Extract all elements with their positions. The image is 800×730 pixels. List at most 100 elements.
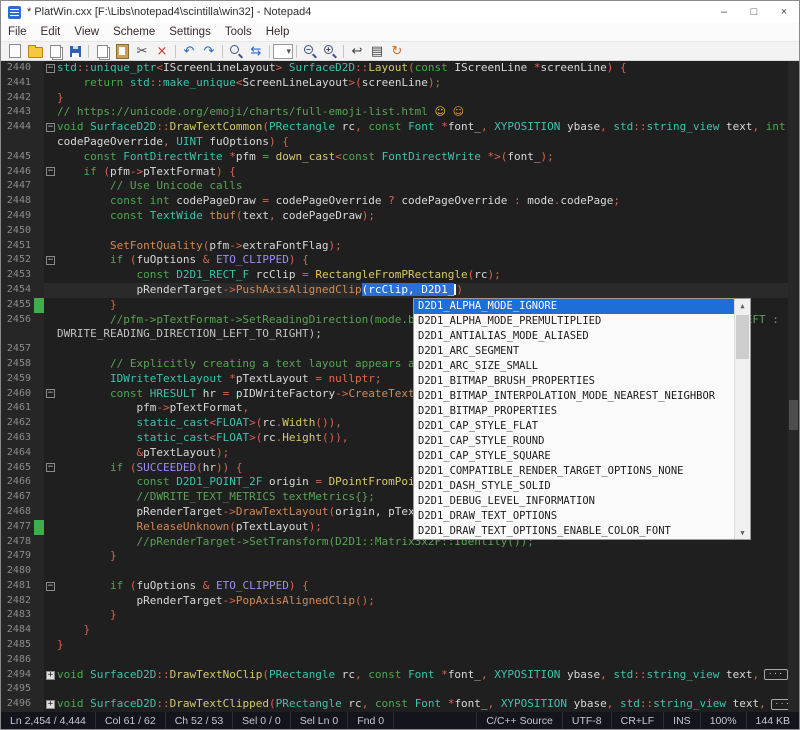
fold-margin[interactable]	[44, 475, 57, 490]
fold-margin[interactable]	[44, 505, 57, 520]
status-cell-left-1[interactable]: Col 61 / 62	[96, 712, 166, 729]
code-line[interactable]: 2445 const FontDirectWrite *pfm = down_c…	[1, 150, 799, 165]
autocomplete-item[interactable]: D2D1_DEBUG_LEVEL_INFORMATION	[414, 494, 735, 509]
bookmark-margin[interactable]	[34, 253, 44, 268]
code-line[interactable]: 2451 SetFontQuality(pfm->extraFontFlag);	[1, 239, 799, 254]
bookmark-margin[interactable]	[34, 179, 44, 194]
code-line[interactable]: 2494+void SurfaceD2D::DrawTextNoClip(PRe…	[1, 668, 799, 683]
fold-margin[interactable]	[44, 416, 57, 431]
bookmark-margin[interactable]	[34, 520, 44, 535]
fold-margin[interactable]	[44, 135, 57, 150]
line-number[interactable]: 2457	[1, 342, 34, 357]
fold-margin[interactable]	[44, 209, 57, 224]
bookmark-margin[interactable]	[34, 105, 44, 120]
menu-item-help[interactable]: Help	[259, 23, 297, 41]
toolbar-copy-button[interactable]	[92, 43, 112, 60]
line-number[interactable]: 2444	[1, 120, 34, 135]
bookmark-margin[interactable]	[34, 165, 44, 180]
code-line[interactable]: 2448 const int codePageDraw = codePageOv…	[1, 194, 799, 209]
toolbar-open-file-button[interactable]	[25, 43, 45, 60]
bookmark-margin[interactable]	[34, 61, 44, 76]
bookmark-margin[interactable]	[34, 431, 44, 446]
toolbar-delete-button[interactable]: ×	[152, 43, 172, 60]
bookmark-margin[interactable]	[34, 342, 44, 357]
bookmark-margin[interactable]	[34, 564, 44, 579]
close-button[interactable]: ×	[769, 1, 799, 23]
line-number[interactable]: 2445	[1, 150, 34, 165]
bookmark-margin[interactable]	[34, 505, 44, 520]
fold-margin[interactable]	[44, 490, 57, 505]
fold-toggle-icon[interactable]: −	[46, 64, 55, 73]
fold-margin[interactable]	[44, 549, 57, 564]
line-number[interactable]	[1, 327, 34, 342]
autocomplete-item[interactable]: D2D1_BITMAP_INTERPOLATION_MODE_NEAREST_N…	[414, 389, 735, 404]
bookmark-margin[interactable]	[34, 697, 44, 712]
code-line[interactable]: 2441 return std::make_unique<ScreenLineL…	[1, 76, 799, 91]
line-number[interactable]: 2496	[1, 697, 34, 712]
fold-margin[interactable]	[44, 313, 57, 328]
line-number[interactable]: 2467	[1, 490, 34, 505]
scroll-down-icon[interactable]: ▼	[735, 526, 750, 539]
line-number[interactable]: 2442	[1, 91, 34, 106]
line-number[interactable]: 2449	[1, 209, 34, 224]
line-number[interactable]: 2464	[1, 446, 34, 461]
code-line[interactable]: 2450	[1, 224, 799, 239]
fold-toggle-icon[interactable]: −	[46, 463, 55, 472]
line-number[interactable]: 2455	[1, 298, 34, 313]
status-cell-left-5[interactable]: Fnd 0	[348, 712, 394, 729]
line-number[interactable]: 2447	[1, 179, 34, 194]
fold-margin[interactable]	[44, 372, 57, 387]
fold-margin[interactable]	[44, 357, 57, 372]
line-number[interactable]: 2454	[1, 283, 34, 298]
bookmark-margin[interactable]	[34, 535, 44, 550]
bookmark-margin[interactable]	[34, 668, 44, 683]
line-number[interactable]: 2480	[1, 564, 34, 579]
autocomplete-scrollbar-thumb[interactable]	[736, 315, 749, 359]
line-number[interactable]: 2450	[1, 224, 34, 239]
bookmark-margin[interactable]	[34, 372, 44, 387]
fold-margin[interactable]	[44, 653, 57, 668]
fold-margin[interactable]	[44, 239, 57, 254]
line-number[interactable]: 2494	[1, 668, 34, 683]
maximize-button[interactable]: □	[739, 1, 769, 23]
status-cell-left-3[interactable]: Sel 0 / 0	[233, 712, 291, 729]
autocomplete-item[interactable]: D2D1_COMPATIBLE_RENDER_TARGET_OPTIONS_NO…	[414, 464, 735, 479]
editor-scrollbar[interactable]	[788, 61, 799, 712]
line-number[interactable]: 2479	[1, 549, 34, 564]
fold-toggle-icon[interactable]: −	[46, 582, 55, 591]
status-cell-right-4[interactable]: 100%	[700, 712, 746, 729]
toolbar-cut-button[interactable]: ✂	[132, 43, 152, 60]
line-number[interactable]: 2452	[1, 253, 34, 268]
fold-margin[interactable]	[44, 283, 57, 298]
toolbar-reload-button[interactable]: ↻	[387, 43, 407, 60]
bookmark-margin[interactable]	[34, 608, 44, 623]
status-cell-left-2[interactable]: Ch 52 / 53	[166, 712, 233, 729]
toolbar-view-panels-button[interactable]: ▤	[367, 43, 387, 60]
autocomplete-item[interactable]: D2D1_DRAW_TEXT_OPTIONS_ENABLE_COLOR_FONT	[414, 524, 735, 539]
bookmark-margin[interactable]	[34, 594, 44, 609]
line-number[interactable]: 2485	[1, 638, 34, 653]
code-line[interactable]: 2481− if (fuOptions & ETO_CLIPPED) {	[1, 579, 799, 594]
line-number[interactable]: 2446	[1, 165, 34, 180]
code-line[interactable]: 2443// https://unicode.org/emoji/charts/…	[1, 105, 799, 120]
toolbar-replace-button[interactable]: ⇆	[246, 43, 266, 60]
fold-margin[interactable]	[44, 224, 57, 239]
line-number[interactable]: 2443	[1, 105, 34, 120]
line-number[interactable]: 2482	[1, 594, 34, 609]
bookmark-margin[interactable]	[34, 490, 44, 505]
fold-margin[interactable]: −	[44, 253, 57, 268]
bookmark-margin[interactable]	[34, 268, 44, 283]
line-number[interactable]: 2451	[1, 239, 34, 254]
autocomplete-item[interactable]: D2D1_CAP_STYLE_FLAT	[414, 419, 735, 434]
bookmark-margin[interactable]	[34, 239, 44, 254]
line-number[interactable]: 2459	[1, 372, 34, 387]
fold-margin[interactable]	[44, 298, 57, 313]
code-line[interactable]: 2486	[1, 653, 799, 668]
code-line[interactable]: codePageOverride, UINT fuOptions) {	[1, 135, 799, 150]
line-number[interactable]: 2484	[1, 623, 34, 638]
scroll-up-icon[interactable]: ▲	[735, 299, 750, 312]
status-cell-right-1[interactable]: UTF-8	[562, 712, 611, 729]
bookmark-margin[interactable]	[34, 401, 44, 416]
bookmark-margin[interactable]	[34, 682, 44, 697]
fold-margin[interactable]	[44, 623, 57, 638]
